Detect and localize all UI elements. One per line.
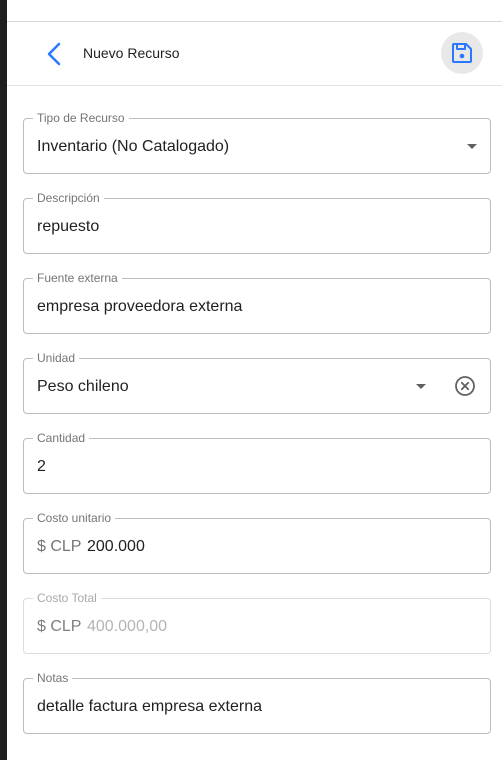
top-bar bbox=[7, 0, 502, 22]
cantidad-label: Cantidad bbox=[33, 431, 90, 445]
chevron-left-icon bbox=[47, 42, 61, 66]
app-header: Nuevo Recurso bbox=[7, 22, 502, 86]
unidad-value: Peso chileno bbox=[37, 378, 129, 395]
fuente-externa-field[interactable]: Fuente externa empresa proveedora extern… bbox=[23, 271, 491, 334]
fuente-externa-label: Fuente externa bbox=[33, 271, 122, 285]
descripcion-label: Descripción bbox=[33, 191, 104, 205]
costo-unitario-label: Costo unitario bbox=[33, 511, 116, 525]
descripcion-value: repuesto bbox=[37, 218, 100, 235]
page-title: Nuevo Recurso bbox=[83, 45, 180, 61]
left-edge-strip bbox=[0, 0, 7, 760]
tipo-recurso-label: Tipo de Recurso bbox=[33, 111, 129, 125]
descripcion-field[interactable]: Descripción repuesto bbox=[23, 191, 491, 254]
cantidad-field[interactable]: Cantidad 2 bbox=[23, 431, 491, 494]
save-button[interactable] bbox=[441, 32, 483, 74]
currency-prefix: $ CLP bbox=[37, 618, 82, 635]
currency-prefix: $ CLP bbox=[37, 538, 82, 555]
unidad-select[interactable]: Unidad Peso chileno bbox=[23, 351, 491, 414]
costo-total-field: Costo Total $ CLP 400.000,00 bbox=[23, 591, 491, 654]
notas-field[interactable]: Notas detalle factura empresa externa bbox=[23, 671, 491, 734]
fuente-externa-value: empresa proveedora externa bbox=[37, 298, 243, 315]
cantidad-value: 2 bbox=[37, 458, 46, 475]
costo-total-value: 400.000,00 bbox=[87, 618, 168, 635]
back-button[interactable] bbox=[41, 40, 69, 68]
notas-label: Notas bbox=[33, 671, 73, 685]
dropdown-arrow-icon[interactable] bbox=[416, 384, 426, 389]
clear-circle-icon bbox=[455, 376, 475, 396]
floppy-disk-icon bbox=[452, 43, 472, 63]
costo-unitario-value: 200.000 bbox=[87, 538, 145, 555]
unidad-label: Unidad bbox=[33, 351, 80, 365]
notas-value: detalle factura empresa externa bbox=[37, 698, 263, 715]
costo-unitario-field[interactable]: Costo unitario $ CLP 200.000 bbox=[23, 511, 491, 574]
clear-button[interactable] bbox=[454, 375, 476, 397]
tipo-recurso-value: Inventario (No Catalogado) bbox=[37, 138, 230, 155]
tipo-recurso-select[interactable]: Tipo de Recurso Inventario (No Catalogad… bbox=[23, 111, 491, 174]
costo-total-label: Costo Total bbox=[33, 591, 101, 605]
dropdown-arrow-icon[interactable] bbox=[467, 144, 477, 149]
